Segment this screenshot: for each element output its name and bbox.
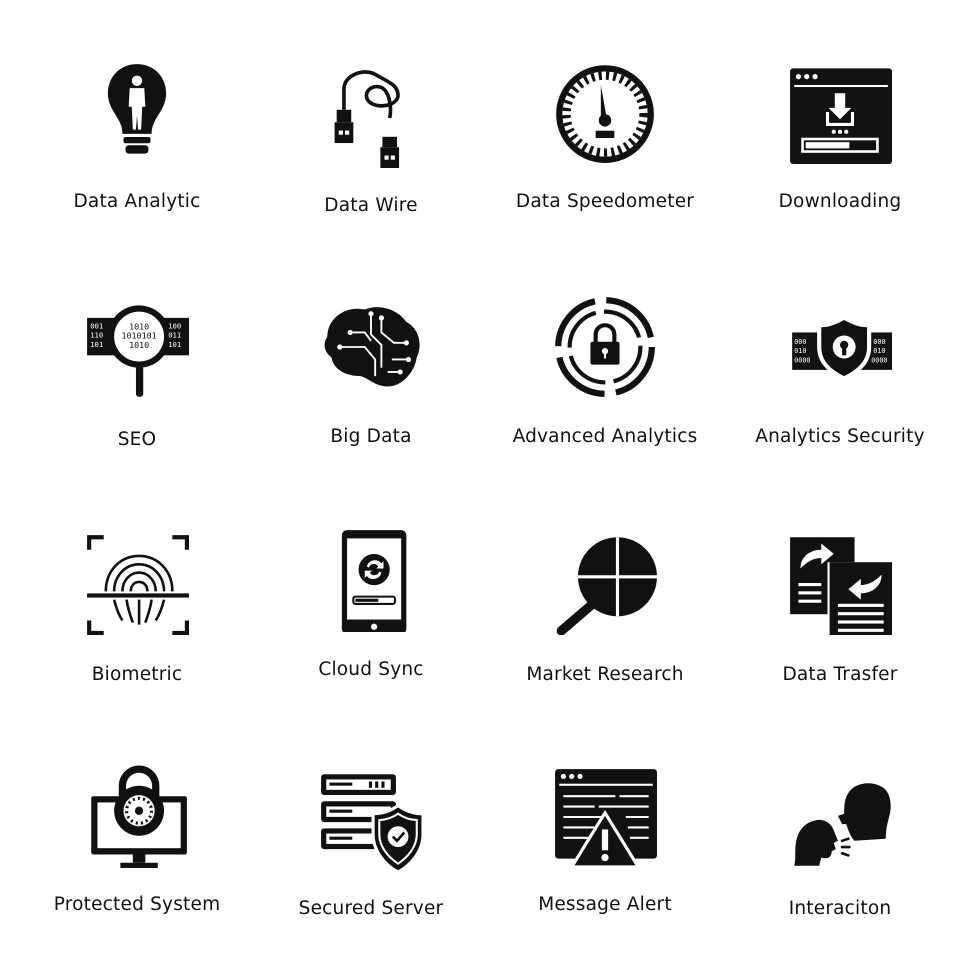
server-shield-icon bbox=[319, 768, 423, 872]
label-cloud-sync: Cloud Sync bbox=[318, 659, 424, 680]
label-seo: SEO bbox=[117, 429, 157, 450]
monitor-combination-lock-icon bbox=[85, 765, 189, 869]
icon-sheet: Data Analytic Data Wire Data Speedometer… bbox=[0, 0, 980, 980]
svg-text:000: 000 bbox=[873, 338, 885, 346]
circuit-brain-icon bbox=[319, 295, 423, 399]
svg-text:0000: 0000 bbox=[871, 357, 887, 365]
svg-text:0000: 0000 bbox=[794, 357, 810, 365]
label-protected-system: Protected System bbox=[53, 894, 221, 915]
svg-text:1010: 1010 bbox=[129, 340, 149, 350]
label-biometric: Biometric bbox=[91, 664, 183, 685]
label-downloading: Downloading bbox=[778, 191, 902, 212]
label-secured-server: Secured Server bbox=[298, 898, 444, 919]
two-heads-talking-icon bbox=[788, 768, 892, 872]
speedometer-icon bbox=[553, 60, 657, 164]
pie-magnifier-icon bbox=[553, 531, 657, 635]
usb-cable-icon bbox=[319, 64, 423, 168]
browser-download-icon bbox=[788, 60, 892, 164]
label-interaciton: Interaciton bbox=[788, 898, 892, 919]
target-lock-icon bbox=[553, 295, 657, 399]
svg-text:000: 000 bbox=[794, 338, 806, 346]
label-big-data: Big Data bbox=[330, 426, 412, 447]
svg-text:011: 011 bbox=[168, 331, 181, 340]
label-analytics-security: Analytics Security bbox=[755, 426, 925, 447]
label-data-wire: Data Wire bbox=[324, 195, 418, 216]
svg-text:010: 010 bbox=[873, 347, 885, 355]
label-data-trasfer: Data Trasfer bbox=[782, 664, 898, 685]
binary-magnifier-icon: 1010 1010101 1010 001 110 101 100 011 101 bbox=[85, 295, 189, 399]
document-transfer-icon bbox=[788, 531, 892, 635]
svg-text:100: 100 bbox=[168, 321, 181, 330]
shield-lock-binary-icon: 000 010 0000 000 010 0000 bbox=[788, 295, 892, 399]
smartphone-sync-icon bbox=[319, 528, 423, 632]
label-message-alert: Message Alert bbox=[538, 894, 672, 915]
svg-text:010: 010 bbox=[794, 347, 806, 355]
fingerprint-scan-icon bbox=[85, 531, 189, 635]
svg-text:001: 001 bbox=[90, 321, 103, 330]
label-data-analytic: Data Analytic bbox=[73, 191, 201, 212]
label-market-research: Market Research bbox=[526, 664, 684, 685]
svg-text:101: 101 bbox=[90, 340, 103, 349]
browser-warning-icon bbox=[553, 765, 657, 869]
svg-text:101: 101 bbox=[168, 340, 181, 349]
lightbulb-person-icon bbox=[85, 60, 189, 164]
svg-text:110: 110 bbox=[90, 331, 103, 340]
label-advanced-analytics: Advanced Analytics bbox=[512, 426, 698, 447]
label-data-speedometer: Data Speedometer bbox=[515, 191, 695, 212]
